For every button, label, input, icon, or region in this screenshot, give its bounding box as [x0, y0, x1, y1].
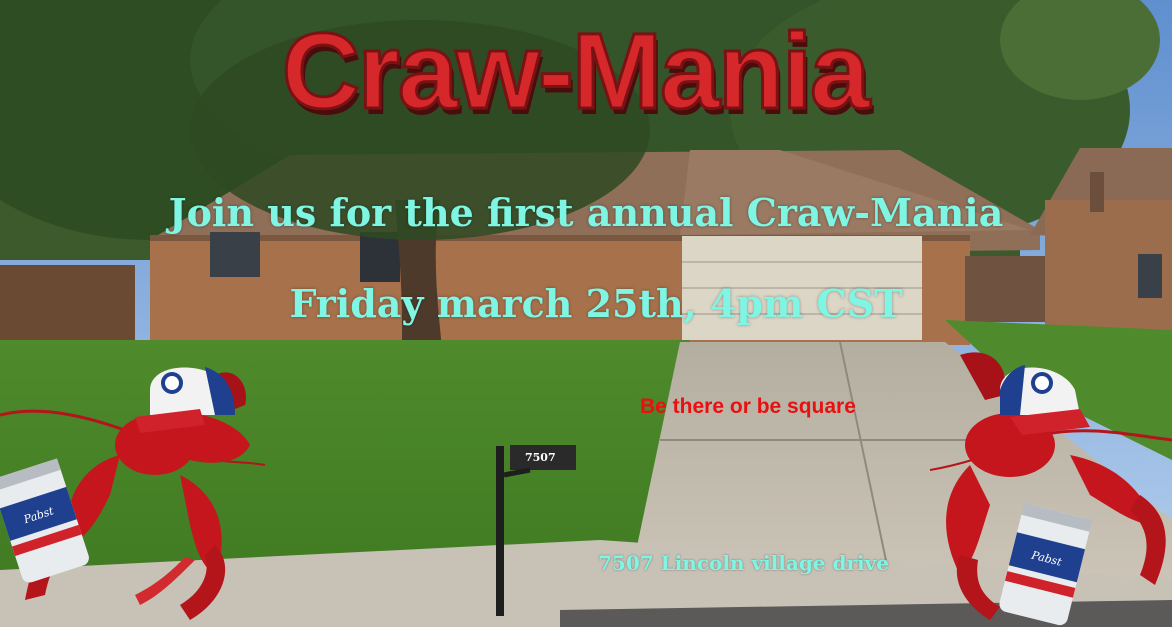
craw-mania-title: Craw-Mania Craw-Mania [245, 2, 905, 138]
crawfish-left-icon: Pabst [0, 367, 265, 620]
event-address: 7507 Lincoln village drive [598, 551, 889, 575]
tagline: Be there or be square [640, 395, 856, 418]
crawfish-right-icon: Pabst [930, 352, 1172, 626]
invite-heading: Join us for the first annual Craw-Mania [168, 190, 1004, 235]
mailbox-number: 7507 [525, 451, 556, 464]
event-date: Friday march 25th, 4pm CST [289, 281, 903, 326]
invitation-flyer: 7507 Craw-Mania Craw-Mania Join us for t… [0, 0, 1172, 627]
title-text: Craw-Mania [282, 10, 871, 131]
